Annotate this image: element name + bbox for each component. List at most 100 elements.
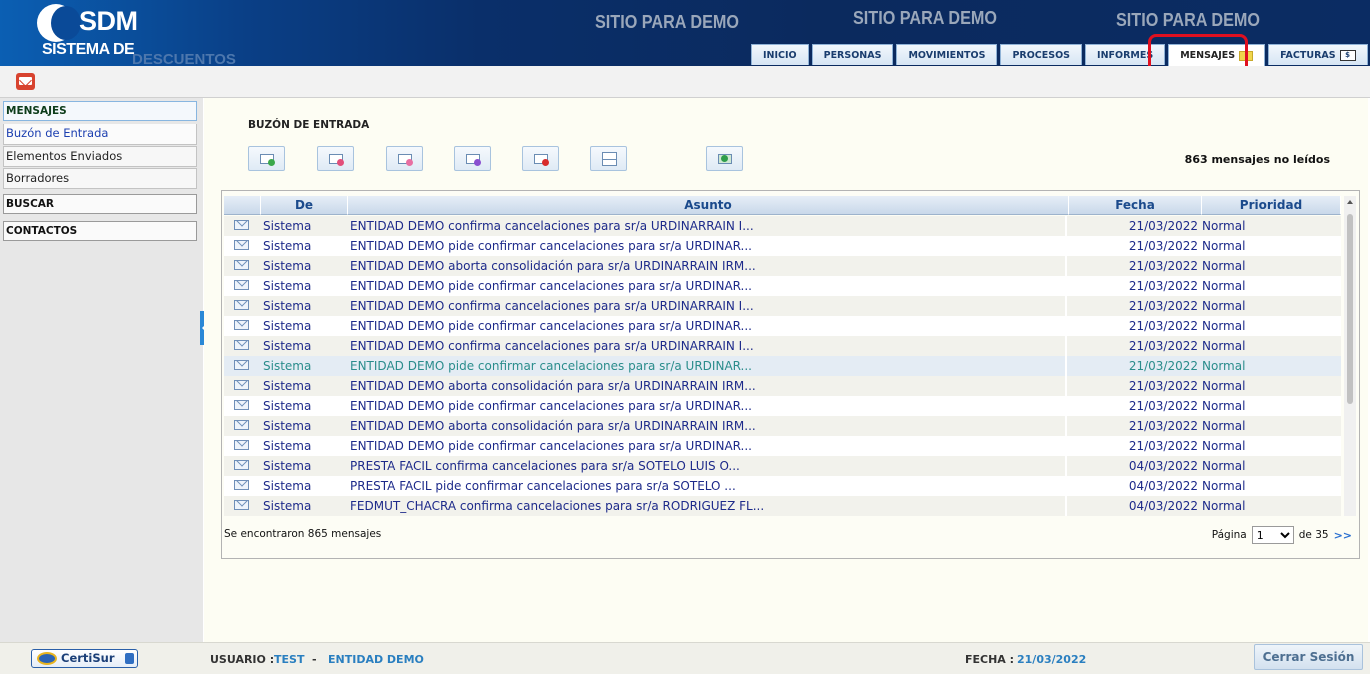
cell-fecha: 21/03/2022 — [1128, 319, 1198, 333]
certisur-label: CertiSur — [61, 651, 115, 665]
arrow-badge-icon — [474, 159, 481, 166]
message-icon-cell — [224, 276, 261, 296]
cell-prioridad: Normal — [1202, 279, 1246, 293]
table-row[interactable]: Sistema PRESTA FACIL confirma cancelacion… — [224, 456, 1341, 476]
tab-label: PERSONAS — [823, 49, 882, 61]
table-row[interactable]: Sistema ENTIDAD DEMO pide confirmar cance… — [224, 356, 1341, 376]
envelope-icon — [234, 240, 249, 250]
column-header-asunto[interactable]: Asunto — [348, 196, 1069, 215]
cell-asunto[interactable]: ENTIDAD DEMO aborta consolidación para s… — [348, 416, 1067, 436]
refresh-inbox-button[interactable] — [706, 146, 743, 171]
cell-asunto[interactable]: ENTIDAD DEMO pide confirmar cancelacione… — [348, 316, 1067, 336]
cell-fecha: 21/03/2022 — [1128, 379, 1198, 393]
split-view-icon — [602, 152, 617, 166]
invoice-icon: $ — [1339, 49, 1356, 61]
cell-de: Sistema — [263, 439, 312, 453]
tab-procesos[interactable]: PROCESOS — [1000, 44, 1083, 65]
usuario-label: USUARIO : — [210, 653, 275, 666]
tab-personas[interactable]: PERSONAS — [811, 44, 894, 65]
entidad-value: ENTIDAD DEMO — [328, 653, 424, 666]
page-total: de 35 — [1298, 529, 1329, 541]
cell-fecha: 21/03/2022 — [1128, 439, 1198, 453]
tab-movimientos[interactable]: MOVIMIENTOS — [896, 44, 998, 65]
cell-prioridad: Normal — [1202, 359, 1246, 373]
cell-prioridad: Normal — [1202, 439, 1246, 453]
message-icon-cell — [224, 476, 261, 496]
sidebar-item-buzon-entrada[interactable]: Buzón de Entrada — [3, 124, 197, 145]
new-message-button[interactable] — [248, 146, 285, 171]
table-row[interactable]: Sistema ENTIDAD DEMO confirma cancelacion… — [224, 336, 1341, 356]
envelope-icon — [234, 360, 249, 370]
cell-asunto[interactable]: ENTIDAD DEMO confirma cancelaciones para… — [348, 216, 1067, 236]
sidebar-section-contactos[interactable]: CONTACTOS — [3, 221, 197, 241]
table-row[interactable]: Sistema ENTIDAD DEMO aborta consolidación… — [224, 416, 1341, 436]
table-row[interactable]: Sistema FEDMUT_CHACRA confirma cancelacio… — [224, 496, 1341, 516]
sidebar-section-buscar[interactable]: BUSCAR — [3, 194, 197, 214]
table-row[interactable]: Sistema ENTIDAD DEMO pide confirmar cance… — [224, 236, 1341, 256]
table-row[interactable]: Sistema ENTIDAD DEMO pide confirmar cance… — [224, 316, 1341, 336]
sidebar-item-borradores[interactable]: Borradores — [3, 168, 197, 189]
certisur-badge[interactable]: CertiSur — [31, 649, 138, 668]
envelope-icon — [234, 400, 249, 410]
cell-de: Sistema — [263, 479, 312, 493]
forward-button[interactable] — [454, 146, 491, 171]
table-row[interactable]: Sistema ENTIDAD DEMO pide confirmar cance… — [224, 276, 1341, 296]
sidebar-section-mensajes[interactable]: MENSAJES — [3, 101, 197, 121]
cell-asunto[interactable]: PRESTA FACIL pide confirmar cancelacione… — [348, 476, 1067, 496]
cell-asunto[interactable]: ENTIDAD DEMO confirma cancelaciones para… — [348, 336, 1067, 356]
cell-asunto[interactable]: ENTIDAD DEMO pide confirmar cancelacione… — [348, 396, 1067, 416]
tab-inicio[interactable]: INICIO — [751, 44, 809, 65]
sidebar: MENSAJES Buzón de Entrada Elementos Envi… — [0, 98, 203, 642]
reply-all-button[interactable] — [386, 146, 423, 171]
tab-facturas[interactable]: FACTURAS $ — [1268, 44, 1368, 65]
delete-message-button[interactable] — [522, 146, 559, 171]
footer-separator: - — [312, 653, 317, 666]
mail-icon[interactable] — [16, 73, 35, 90]
cell-fecha: 04/03/2022 — [1128, 499, 1198, 513]
grid-scrollbar[interactable] — [1344, 196, 1356, 516]
cell-de: Sistema — [263, 239, 312, 253]
table-row[interactable]: Sistema ENTIDAD DEMO confirma cancelacion… — [224, 296, 1341, 316]
page-select[interactable]: 1 — [1251, 526, 1294, 544]
column-header-icon — [224, 196, 261, 215]
cell-prioridad: Normal — [1202, 479, 1246, 493]
cell-asunto[interactable]: PRESTA FACIL confirma cancelaciones para… — [348, 456, 1067, 476]
envelope-icon — [234, 420, 249, 430]
cell-asunto[interactable]: ENTIDAD DEMO pide confirmar cancelacione… — [348, 236, 1067, 256]
table-row[interactable]: Sistema ENTIDAD DEMO aborta consolidación… — [224, 376, 1341, 396]
envelope-icon — [234, 500, 249, 510]
cell-fecha: 21/03/2022 — [1128, 399, 1198, 413]
table-row[interactable]: Sistema ENTIDAD DEMO pide confirmar cance… — [224, 396, 1341, 416]
column-header-de[interactable]: De — [261, 196, 348, 215]
table-row[interactable]: Sistema ENTIDAD DEMO aborta consolidación… — [224, 256, 1341, 276]
envelope-icon — [234, 300, 249, 310]
sidebar-item-elementos-enviados[interactable]: Elementos Enviados — [3, 146, 197, 167]
column-header-prioridad[interactable]: Prioridad — [1202, 196, 1341, 215]
cell-asunto[interactable]: ENTIDAD DEMO aborta consolidación para s… — [348, 256, 1067, 276]
column-header-fecha[interactable]: Fecha — [1069, 196, 1202, 215]
logout-button[interactable]: Cerrar Sesión — [1254, 644, 1363, 670]
next-page-link[interactable]: >> — [1334, 529, 1352, 542]
table-row[interactable]: Sistema PRESTA FACIL pide confirmar cance… — [224, 476, 1341, 496]
demo-banner: SITIO PARA DEMO — [595, 12, 740, 32]
split-view-button[interactable] — [590, 146, 627, 171]
table-row[interactable]: Sistema ENTIDAD DEMO confirma cancelacion… — [224, 216, 1341, 236]
scrollbar-thumb[interactable] — [1347, 214, 1353, 404]
demo-banner: SITIO PARA DEMO — [1116, 10, 1261, 30]
cell-asunto[interactable]: ENTIDAD DEMO pide confirmar cancelacione… — [348, 356, 1067, 376]
message-icon-cell — [224, 296, 261, 316]
certisur-seal-icon — [37, 652, 57, 665]
message-icon-cell — [224, 436, 261, 456]
cell-de: Sistema — [263, 299, 312, 313]
reply-button[interactable] — [317, 146, 354, 171]
footer: CertiSur USUARIO : TEST - ENTIDAD DEMO F… — [0, 642, 1370, 674]
cell-asunto[interactable]: ENTIDAD DEMO pide confirmar cancelacione… — [348, 436, 1067, 456]
cell-fecha: 21/03/2022 — [1128, 299, 1198, 313]
tab-label: PROCESOS — [1012, 49, 1071, 61]
table-row[interactable]: Sistema ENTIDAD DEMO pide confirmar cance… — [224, 436, 1341, 456]
cell-asunto[interactable]: FEDMUT_CHACRA confirma cancelaciones par… — [348, 496, 1067, 516]
message-list: Sistema ENTIDAD DEMO confirma cancelacion… — [224, 216, 1341, 516]
cell-asunto[interactable]: ENTIDAD DEMO aborta consolidación para s… — [348, 376, 1067, 396]
cell-asunto[interactable]: ENTIDAD DEMO confirma cancelaciones para… — [348, 296, 1067, 316]
cell-asunto[interactable]: ENTIDAD DEMO pide confirmar cancelacione… — [348, 276, 1067, 296]
